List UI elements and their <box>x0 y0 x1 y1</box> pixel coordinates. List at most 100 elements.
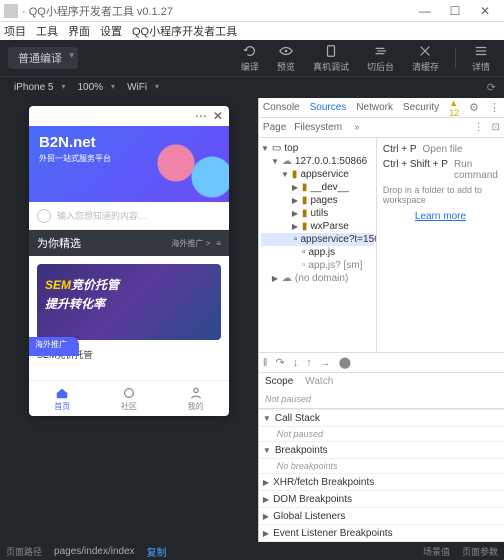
detail-button[interactable]: 详情 <box>466 44 496 73</box>
panel-dom[interactable]: ▶DOM Breakpoints <box>259 491 504 508</box>
search-placeholder: 输入您想知道的内容… <box>57 209 221 222</box>
device-select[interactable]: iPhone 5 <box>8 80 67 95</box>
deactivate-bp-icon[interactable]: ⬤ <box>339 356 351 369</box>
community-icon <box>122 386 136 400</box>
subtab-filesystem[interactable]: Filesystem <box>294 122 342 133</box>
eye-icon <box>279 44 293 58</box>
clear-cache-button[interactable]: 清缓存 <box>406 44 445 73</box>
toolbar: 普通编译 编译 预览 真机调试 切后台 清缓存 详情 <box>0 40 504 76</box>
refresh-icon <box>243 44 257 58</box>
more-icon[interactable]: ⋮ <box>489 101 500 114</box>
file-tree: ▼▭top ▼☁127.0.0.1:50866 ▼▮appservice ▶▮_… <box>259 138 377 352</box>
collapse-icon[interactable]: ⋮ <box>474 122 484 133</box>
tab-security[interactable]: Security <box>403 102 439 113</box>
search-icon <box>37 209 51 223</box>
user-icon <box>189 386 203 400</box>
menu-view[interactable]: 界面 <box>68 23 90 39</box>
scene-label[interactable]: 场景值 <box>423 545 450 558</box>
window-title: · QQ小程序开发者工具 v0.1.27 <box>22 3 410 19</box>
promo-banner[interactable]: SEM竞价托管 提升转化率 <box>37 264 221 340</box>
route-path: pages/index/index <box>54 546 135 557</box>
step-out-icon[interactable]: ↑ <box>306 357 312 369</box>
compile-button[interactable]: 编译 <box>235 44 265 73</box>
preview-pane: ⋯ ✕ B2N.net 外贸一站式服务平台 输入您想知道的内容… 为你精选 海外… <box>0 98 258 542</box>
debug-panels: ▼Call Stack Not paused ▼Breakpoints No b… <box>259 409 504 542</box>
expand-left-icon[interactable]: ⊡ <box>492 122 500 133</box>
device-bar: iPhone 5 100% WiFi ⟳ <box>0 76 504 98</box>
menu-settings[interactable]: 设置 <box>100 23 122 39</box>
gear-icon[interactable]: ⚙ <box>469 101 479 114</box>
capsule-menu-icon[interactable]: ⋯ <box>195 109 207 123</box>
menu-tools[interactable]: 工具 <box>36 23 58 39</box>
subtab-page[interactable]: Page <box>263 122 286 133</box>
menubar: 项目 工具 界面 设置 QQ小程序开发者工具 <box>0 22 504 40</box>
tree-nodomain[interactable]: ▶☁(no domain) <box>261 272 374 285</box>
tab-community[interactable]: 社区 <box>96 381 163 416</box>
main-area: ⋯ ✕ B2N.net 外贸一站式服务平台 输入您想知道的内容… 为你精选 海外… <box>0 98 504 542</box>
hero-banner[interactable]: B2N.net 外贸一站式服务平台 <box>29 126 229 202</box>
menu-project[interactable]: 项目 <box>4 23 26 39</box>
close-button[interactable]: ✕ <box>470 4 500 18</box>
tree-folder-dev[interactable]: ▶▮__dev__ <box>261 181 374 194</box>
search-bar[interactable]: 输入您想知道的内容… <box>29 202 229 230</box>
warning-count[interactable]: ▲ 12 <box>449 98 459 118</box>
minimize-button[interactable]: — <box>410 4 440 18</box>
pause-icon[interactable]: ‖ <box>263 357 268 369</box>
learn-more-link[interactable]: Learn more <box>415 211 466 222</box>
clear-icon <box>418 44 432 58</box>
panel-xhr[interactable]: ▶XHR/fetch Breakpoints <box>259 474 504 491</box>
hero-art <box>149 142 229 202</box>
tree-host[interactable]: ▼☁127.0.0.1:50866 <box>261 155 374 168</box>
sources-hint: Ctrl + POpen file Ctrl + Shift + PRun co… <box>377 138 504 352</box>
window-titlebar: · QQ小程序开发者工具 v0.1.27 — ☐ ✕ <box>0 0 504 22</box>
tab-sources[interactable]: Sources <box>310 102 347 113</box>
tree-top[interactable]: ▼▭top <box>261 142 374 155</box>
banner-line1-highlight: SEM <box>45 278 71 292</box>
compile-mode-select[interactable]: 普通编译 <box>8 47 78 69</box>
banner-line1-rest: 竞价托管 <box>71 278 119 292</box>
tab-console[interactable]: Console <box>263 102 300 113</box>
tree-folder-wxparse[interactable]: ▶▮wxParse <box>261 220 374 233</box>
section-menu-icon[interactable]: ≡ <box>216 239 221 248</box>
menu-app[interactable]: QQ小程序开发者工具 <box>132 23 237 39</box>
tree-folder-pages[interactable]: ▶▮pages <box>261 194 374 207</box>
capsule-close-icon[interactable]: ✕ <box>213 109 223 123</box>
network-select[interactable]: WiFi <box>121 80 161 95</box>
remote-debug-button[interactable]: 真机调试 <box>307 44 355 73</box>
params-label[interactable]: 页面参数 <box>462 545 498 558</box>
sources-body: ▼▭top ▼☁127.0.0.1:50866 ▼▮appservice ▶▮_… <box>259 138 504 352</box>
preview-button[interactable]: 预览 <box>271 44 301 73</box>
scope-watch-tabs: Scope Watch <box>259 372 504 390</box>
panel-callstack[interactable]: ▼Call Stack <box>259 410 504 427</box>
zoom-select[interactable]: 100% <box>71 80 117 95</box>
tab-network[interactable]: Network <box>356 102 393 113</box>
maximize-button[interactable]: ☐ <box>440 4 470 18</box>
debug-controls: ‖ ↷ ↓ ↑ → ⬤ <box>259 352 504 372</box>
tab-home[interactable]: 首页 <box>29 381 96 416</box>
panel-event[interactable]: ▶Event Listener Breakpoints <box>259 525 504 542</box>
statusbar: 页面路径 pages/index/index 复制 场景值 页面参数 <box>0 542 504 560</box>
section-more-link[interactable]: 海外推广 > <box>171 238 210 249</box>
banner-line2: 提升转化率 <box>45 295 213 312</box>
copy-button[interactable]: 复制 <box>147 544 167 559</box>
tree-folder-utils[interactable]: ▶▮utils <box>261 207 374 220</box>
tree-file-appjs[interactable]: ▫app.js <box>261 246 374 259</box>
step-into-icon[interactable]: ↓ <box>293 357 299 369</box>
rotate-icon[interactable]: ⟳ <box>487 81 496 94</box>
layers-icon <box>373 44 387 58</box>
breakpoints-body: No breakpoints <box>259 459 504 474</box>
panel-global[interactable]: ▶Global Listeners <box>259 508 504 525</box>
tree-file-appservice[interactable]: ▫appservice?t=1565140860099 <box>261 233 374 246</box>
scope-body: Not paused <box>259 390 504 409</box>
background-button[interactable]: 切后台 <box>361 44 400 73</box>
scope-tab[interactable]: Scope <box>265 376 293 387</box>
watch-tab[interactable]: Watch <box>305 376 333 387</box>
step-over-icon[interactable]: ↷ <box>275 356 284 369</box>
step-icon[interactable]: → <box>320 357 331 369</box>
tree-file-appjs-sm[interactable]: ▫app.js? [sm] <box>261 259 374 272</box>
overflow-icon[interactable]: » <box>354 122 360 133</box>
panel-breakpoints[interactable]: ▼Breakpoints <box>259 442 504 459</box>
devtools-panel: Console Sources Network Security ▲ 12 ⚙ … <box>258 98 504 542</box>
tab-me[interactable]: 我的 <box>162 381 229 416</box>
tree-folder-appservice[interactable]: ▼▮appservice <box>261 168 374 181</box>
